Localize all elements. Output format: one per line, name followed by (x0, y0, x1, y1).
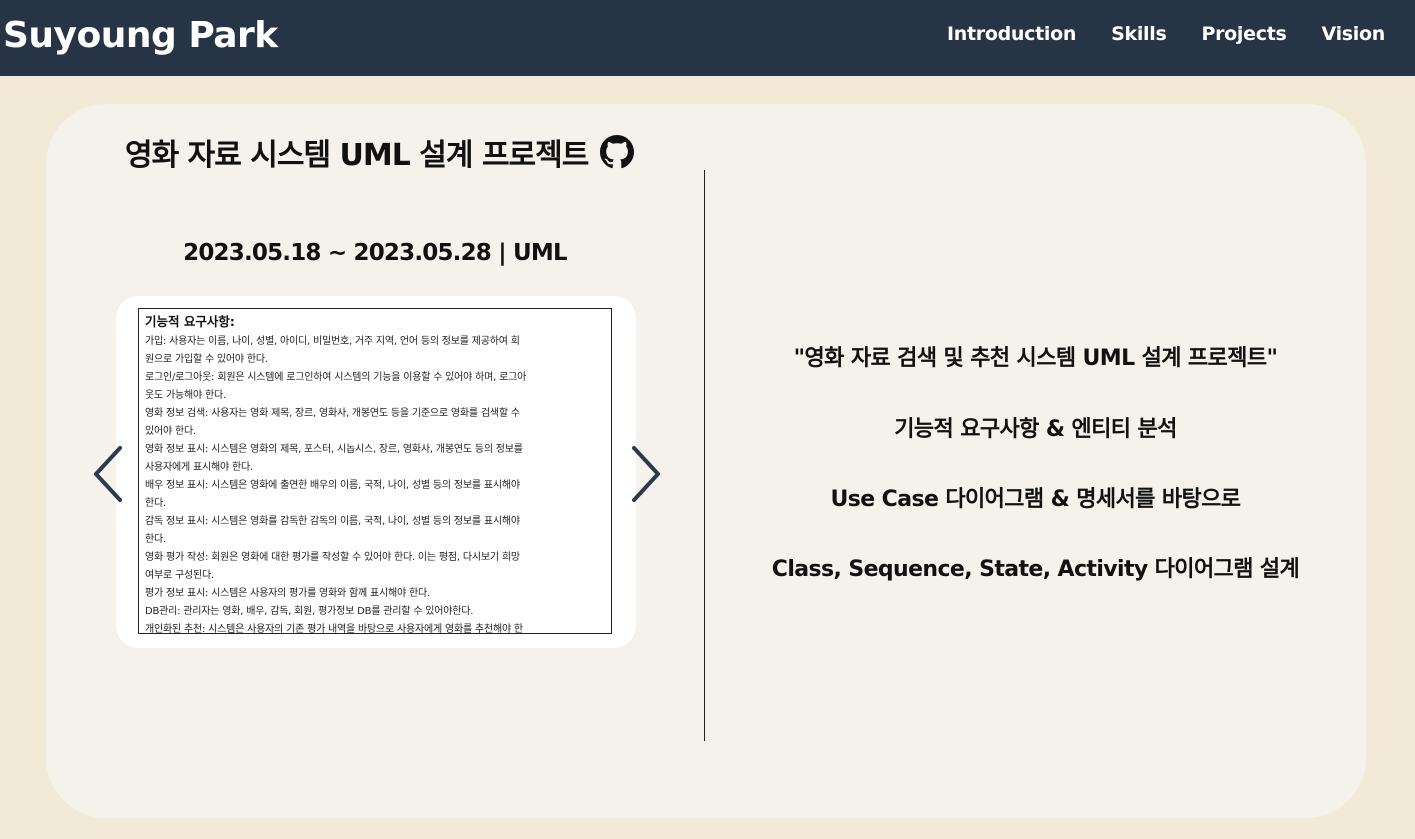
nav-vision[interactable]: Vision (1322, 23, 1386, 45)
requirements-document: 기능적 요구사항: 가입: 사용자는 이름, 나이, 성별, 아이디, 비밀번호… (138, 308, 612, 634)
document-line: 원으로 가입할 수 있어야 한다. (145, 354, 268, 365)
document-line: 영화 정보 표시: 시스템은 영화의 제목, 포스터, 시놉시스, 장르, 영화… (145, 444, 523, 455)
project-card: 영화 자료 시스템 UML 설계 프로젝트 2023.05.18 ~ 2023.… (46, 104, 1366, 818)
document-line: 배우 정보 표시: 시스템은 영화에 출연한 배우의 이름, 국적, 나이, 성… (145, 480, 520, 491)
chevron-right-icon[interactable] (626, 444, 662, 504)
nav-projects[interactable]: Projects (1201, 23, 1286, 45)
document-line: 있어야 한다. (145, 426, 196, 437)
github-icon[interactable] (600, 135, 635, 169)
nav-skills[interactable]: Skills (1111, 23, 1167, 45)
project-left-panel: 영화 자료 시스템 UML 설계 프로젝트 2023.05.18 ~ 2023.… (46, 104, 704, 818)
document-line: 영화 평가 작성: 회원은 영화에 대한 평가를 작성할 수 있어야 한다. 이… (145, 552, 520, 563)
nav-introduction[interactable]: Introduction (947, 23, 1076, 45)
project-title: 영화 자료 시스템 UML 설계 프로젝트 (125, 138, 589, 173)
chevron-left-icon[interactable] (92, 444, 128, 504)
document-line: 개인화된 추천: 시스템은 사용자의 기존 평가 내역을 바탕으로 사용자에게 … (145, 624, 523, 634)
description-line: 기능적 요구사항 & 엔티티 분석 (894, 417, 1177, 442)
document-heading: 기능적 요구사항: (145, 314, 235, 329)
document-line: 평가 정보 표시: 시스템은 사용자의 평가를 영화와 함께 표시해야 한다. (145, 588, 430, 599)
project-title-row: 영화 자료 시스템 UML 설계 프로젝트 (125, 130, 635, 174)
description-line: Class, Sequence, State, Activity 다이어그램 설… (771, 557, 1300, 582)
document-line: 여부로 구성된다. (145, 570, 214, 581)
description-line: "영화 자료 검색 및 추천 시스템 UML 설계 프로젝트" (793, 346, 1278, 371)
document-line: 감독 정보 표시: 시스템은 영화를 감독한 감독의 이름, 국적, 나이, 성… (145, 516, 520, 527)
project-description-panel: "영화 자료 검색 및 추천 시스템 UML 설계 프로젝트" 기능적 요구사항… (705, 104, 1366, 818)
document-line: 웃도 가능해야 한다. (145, 390, 226, 401)
document-line: 한다. (145, 534, 166, 545)
document-line: 로그인/로그아웃: 회원은 시스템에 로그인하여 시스템의 기능을 이용할 수 … (145, 372, 527, 383)
project-dates: 2023.05.18 ~ 2023.05.28 | UML (183, 240, 568, 266)
project-slide: 기능적 요구사항: 가입: 사용자는 이름, 나이, 성별, 아이디, 비밀번호… (116, 296, 636, 648)
document-line: 한다. (145, 498, 166, 509)
document-line: 사용자에게 표시해야 한다. (145, 462, 253, 473)
description-line: Use Case 다이어그램 & 명세서를 바탕으로 (830, 487, 1241, 512)
main-nav: Introduction Skills Projects Vision (947, 23, 1385, 45)
document-line: DB관리: 관리자는 영화, 배우, 감독, 회원, 평가정보 DB를 관리할 … (145, 606, 474, 617)
document-line: 영화 정보 검색: 사용자는 영화 제목, 장르, 영화사, 개봉연도 등을 기… (145, 408, 520, 419)
document-line: 가입: 사용자는 이름, 나이, 성별, 아이디, 비밀번호, 거주 지역, 언… (145, 336, 520, 347)
top-navbar: Suyoung Park Introduction Skills Project… (0, 0, 1415, 76)
site-brand[interactable]: Suyoung Park (3, 15, 278, 56)
